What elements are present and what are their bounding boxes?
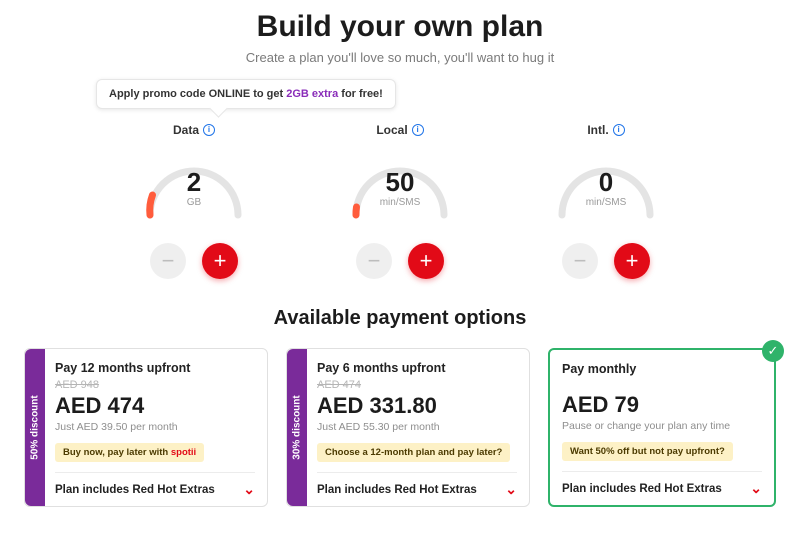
dial-row: Data i 2 GB − + Local i — [0, 121, 800, 279]
card-title: Pay monthly — [562, 362, 762, 376]
dial-local-stepper: − + — [325, 243, 475, 279]
card-strike-price: AED 474 — [317, 379, 517, 391]
dial-intl-gauge[interactable]: 0 min/SMS — [542, 141, 670, 221]
dial-data: Data i 2 GB − + — [119, 121, 269, 279]
pill-text: Buy now, pay later with — [63, 447, 171, 458]
card-price: AED 474 — [55, 393, 255, 419]
dial-intl-label: Intl. — [587, 123, 608, 137]
card-title: Pay 6 months upfront — [317, 361, 517, 375]
dial-local-label: Local — [376, 123, 407, 137]
info-icon[interactable]: i — [613, 124, 625, 136]
extras-toggle[interactable]: Plan includes Red Hot Extras ⌄ — [562, 471, 762, 497]
dial-data-stepper: − + — [119, 243, 269, 279]
promo-tooltip: Apply promo code ONLINE to get 2GB extra… — [96, 79, 396, 109]
card-strike-price: AED 948 — [55, 379, 255, 391]
dial-local-gauge[interactable]: 50 min/SMS — [336, 141, 464, 221]
plus-button[interactable]: + — [202, 243, 238, 279]
chevron-down-icon: ⌄ — [505, 481, 517, 498]
info-icon[interactable]: i — [412, 124, 424, 136]
spotii-brand: spotii — [171, 447, 196, 458]
card-price: AED 79 — [562, 392, 762, 418]
dial-local-unit: min/SMS — [336, 197, 464, 208]
dial-intl-label-row: Intl. i — [587, 123, 624, 137]
chevron-down-icon: ⌄ — [750, 480, 762, 497]
card-permonth: Pause or change your plan any time — [562, 420, 762, 432]
payments-heading: Available payment options — [0, 307, 800, 330]
extras-label: Plan includes Red Hot Extras — [562, 483, 722, 495]
extras-toggle[interactable]: Plan includes Red Hot Extras ⌄ — [55, 472, 255, 498]
discount-badge: 50% discount — [25, 349, 45, 506]
card-promo-pill[interactable]: Choose a 12-month plan and pay later? — [317, 443, 510, 462]
dial-local-label-row: Local i — [376, 123, 423, 137]
card-promo-pill[interactable]: Buy now, pay later with spotii — [55, 443, 204, 462]
promo-highlight: 2GB extra — [286, 88, 338, 100]
discount-badge: 30% discount — [287, 349, 307, 506]
info-icon[interactable]: i — [203, 124, 215, 136]
dial-data-label-row: Data i — [173, 123, 215, 137]
payment-card-monthly[interactable]: ✓ Pay monthly AED 79 Pause or change you… — [548, 348, 776, 507]
extras-label: Plan includes Red Hot Extras — [55, 484, 215, 496]
check-icon: ✓ — [762, 340, 784, 362]
payment-card-6mo[interactable]: 30% discount Pay 6 months upfront AED 47… — [286, 348, 530, 507]
card-title: Pay 12 months upfront — [55, 361, 255, 375]
promo-text-prefix: Apply promo code ONLINE to get — [109, 88, 286, 100]
dial-data-value: 2 — [130, 167, 258, 198]
payment-cards-row: 50% discount Pay 12 months upfront AED 9… — [0, 330, 800, 507]
dial-intl-stepper: − + — [531, 243, 681, 279]
dial-data-gauge[interactable]: 2 GB — [130, 141, 258, 221]
chevron-down-icon: ⌄ — [243, 481, 255, 498]
dial-intl: Intl. i 0 min/SMS − + — [531, 121, 681, 279]
minus-button[interactable]: − — [562, 243, 598, 279]
extras-label: Plan includes Red Hot Extras — [317, 484, 477, 496]
extras-toggle[interactable]: Plan includes Red Hot Extras ⌄ — [317, 472, 517, 498]
dial-data-unit: GB — [130, 197, 258, 208]
card-permonth: Just AED 55.30 per month — [317, 421, 517, 433]
plus-button[interactable]: + — [408, 243, 444, 279]
plus-button[interactable]: + — [614, 243, 650, 279]
dial-local-value: 50 — [336, 167, 464, 198]
card-price: AED 331.80 — [317, 393, 517, 419]
promo-text-suffix: for free! — [338, 88, 383, 100]
minus-button[interactable]: − — [150, 243, 186, 279]
dial-intl-value: 0 — [542, 167, 670, 198]
card-permonth: Just AED 39.50 per month — [55, 421, 255, 433]
dial-intl-unit: min/SMS — [542, 197, 670, 208]
page-subtitle: Create a plan you'll love so much, you'l… — [0, 50, 800, 65]
dial-data-label: Data — [173, 123, 199, 137]
card-promo-pill[interactable]: Want 50% off but not pay upfront? — [562, 442, 733, 461]
minus-button[interactable]: − — [356, 243, 392, 279]
payment-card-12mo[interactable]: 50% discount Pay 12 months upfront AED 9… — [24, 348, 268, 507]
page-title: Build your own plan — [0, 10, 800, 44]
dial-local: Local i 50 min/SMS − + — [325, 121, 475, 279]
